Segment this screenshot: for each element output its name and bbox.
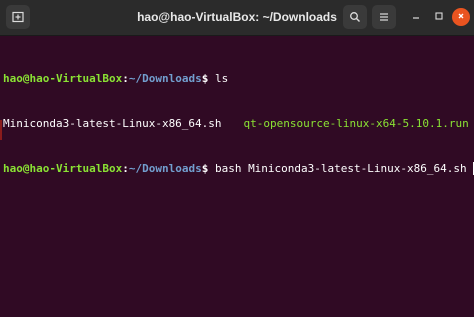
prompt-dollar: $ xyxy=(201,72,209,85)
prompt-user-host: hao@hao-VirtualBox xyxy=(3,162,123,175)
executable-file-name: qt-opensource-linux-x64-5.10.1.run xyxy=(243,117,469,130)
new-tab-icon xyxy=(12,11,24,23)
close-icon xyxy=(456,8,466,26)
search-button[interactable] xyxy=(343,5,367,29)
terminal-window: hao@hao-VirtualBox: ~/Downloads hao@hao-… xyxy=(0,0,474,317)
menu-button[interactable] xyxy=(372,5,396,29)
command-text: bash Miniconda3-latest-Linux-x86_64.sh xyxy=(208,162,467,175)
title-bar[interactable]: hao@hao-VirtualBox: ~/Downloads xyxy=(0,0,474,36)
prompt-user-host: hao@hao-VirtualBox xyxy=(3,72,123,85)
maximize-button[interactable] xyxy=(430,8,448,26)
edge-marker xyxy=(0,120,2,140)
close-button[interactable] xyxy=(452,8,470,26)
terminal-output[interactable]: hao@hao-VirtualBox: ~/Downloads $ ls Minic… xyxy=(0,36,474,317)
prompt-dollar: $ xyxy=(201,162,209,175)
prompt-line: hao@hao-VirtualBox: ~/Downloads $ bash Min… xyxy=(3,161,474,176)
minimize-icon xyxy=(411,8,421,26)
search-icon xyxy=(349,11,361,23)
command-text: ls xyxy=(208,72,229,85)
minimize-button[interactable] xyxy=(407,8,425,26)
prompt-colon: : xyxy=(122,72,129,85)
maximize-icon xyxy=(434,8,444,26)
prompt-path: ~/Downloads xyxy=(128,162,202,175)
new-tab-button[interactable] xyxy=(6,5,30,29)
output-line: Miniconda3-latest-Linux-x86_64.sh qt-open… xyxy=(3,116,471,131)
prompt-path: ~/Downloads xyxy=(128,72,202,85)
file-name: Miniconda3-latest-Linux-x86_64.sh xyxy=(3,117,222,130)
prompt-line: hao@hao-VirtualBox: ~/Downloads $ ls xyxy=(3,71,471,86)
prompt-colon: : xyxy=(122,162,129,175)
window-title: hao@hao-VirtualBox: ~/Downloads xyxy=(137,10,337,24)
hamburger-menu-icon xyxy=(378,11,390,23)
